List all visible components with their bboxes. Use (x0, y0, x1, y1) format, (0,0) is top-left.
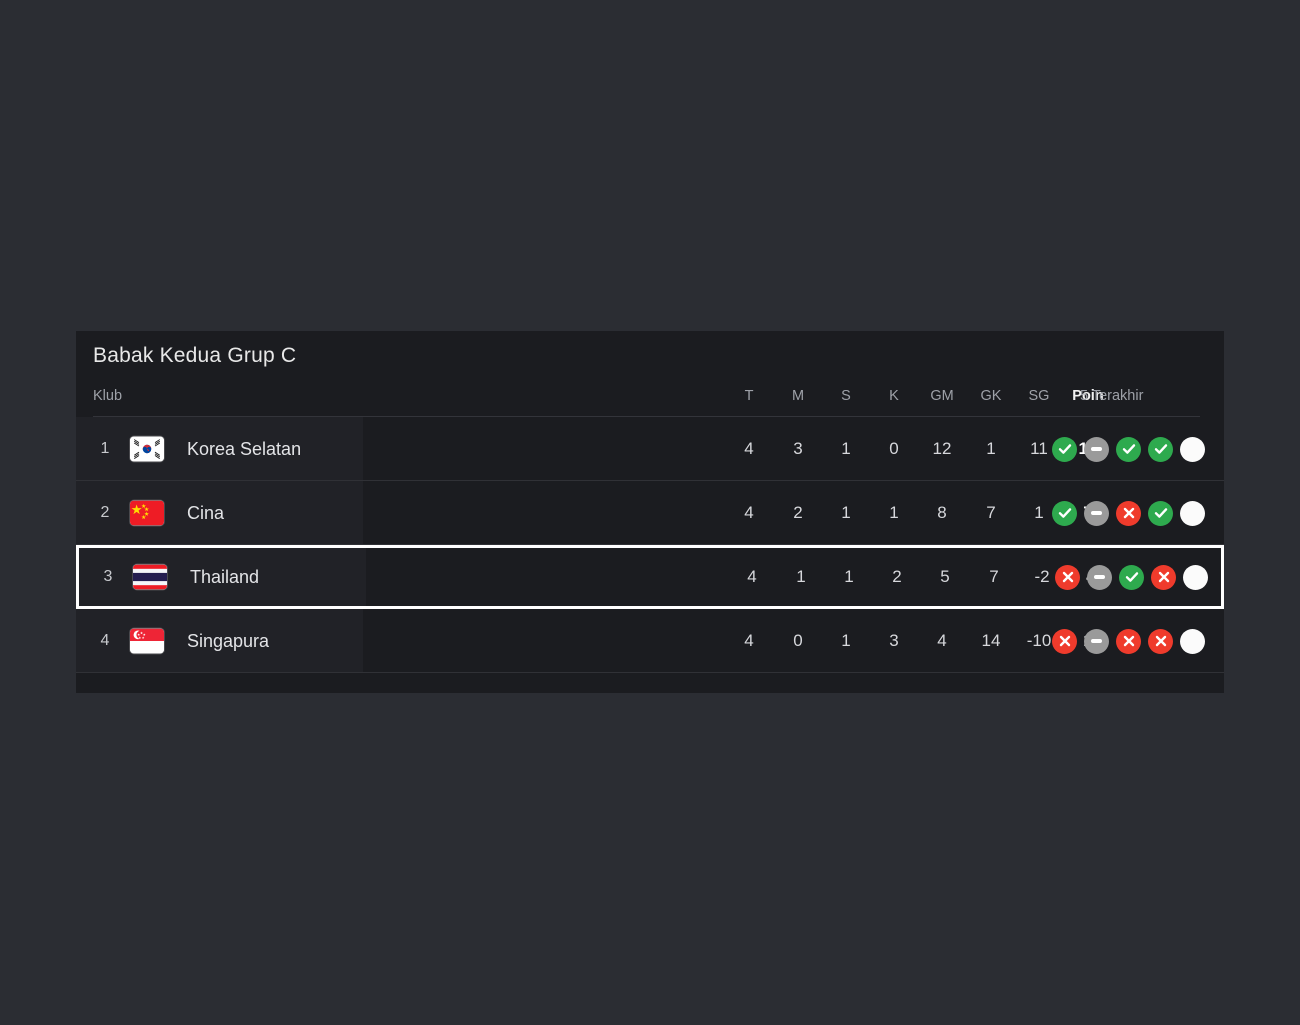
row-cell-won: 1 (796, 567, 806, 586)
row-club-name[interactable]: Cina (187, 481, 224, 545)
column-header-won: M (791, 388, 805, 404)
flag-singapore-icon (130, 628, 164, 654)
row-cell-won: 0 (793, 631, 803, 650)
row-rank: 1 (100, 440, 110, 457)
standings-panel: Babak Kedua Grup C Klub T M S K GM GK SG… (76, 331, 1224, 693)
form-loss-icon[interactable] (1052, 628, 1077, 654)
row-cell-lost: 2 (892, 567, 902, 586)
row-cell-goals-for: 12 (932, 439, 952, 458)
row-cell-lost: 1 (889, 503, 899, 522)
row-club-name[interactable]: Singapura (187, 609, 269, 673)
column-header-played: T (744, 388, 754, 404)
row-cell-goals-against: 7 (986, 503, 996, 522)
row-form-cell (1052, 417, 1205, 481)
form-loss-icon[interactable] (1116, 500, 1141, 526)
form-loss-icon[interactable] (1151, 564, 1176, 590)
row-cell-goals-for: 8 (937, 503, 947, 522)
row-cell-lost: 3 (889, 631, 899, 650)
row-form-cell (1052, 481, 1205, 545)
column-header-lost: K (889, 388, 899, 404)
form-upcoming-icon[interactable] (1183, 564, 1208, 590)
form-draw-icon[interactable] (1084, 628, 1109, 654)
column-header-goal-difference: SG (1028, 388, 1050, 404)
form-draw-icon[interactable] (1087, 564, 1112, 590)
row-cell-goals-against: 7 (989, 567, 999, 586)
form-loss-icon[interactable] (1055, 564, 1080, 590)
form-win-icon[interactable] (1148, 436, 1173, 462)
row-rank: 3 (103, 568, 113, 585)
flag-china-icon (130, 500, 164, 526)
column-header-drawn: S (841, 388, 851, 404)
flag-south-korea-icon (130, 436, 164, 462)
form-win-icon[interactable] (1116, 436, 1141, 462)
row-cell-drawn: 1 (841, 439, 851, 458)
row-divider (76, 672, 1224, 673)
row-cell-played: 4 (747, 567, 757, 586)
row-cell-won: 2 (793, 503, 803, 522)
row-form-cell (1052, 609, 1205, 673)
form-draw-icon[interactable] (1084, 500, 1109, 526)
form-draw-icon[interactable] (1084, 436, 1109, 462)
form-win-icon[interactable] (1119, 564, 1144, 590)
row-cell-goals-against: 14 (981, 631, 1001, 650)
row-cell-goals-for: 5 (940, 567, 950, 586)
row-cell-drawn: 1 (841, 503, 851, 522)
row-cell-goals-for: 4 (937, 631, 947, 650)
row-rank: 4 (100, 632, 110, 649)
column-header-goals-for: GM (930, 388, 954, 404)
form-upcoming-icon[interactable] (1180, 436, 1205, 462)
form-win-icon[interactable] (1052, 500, 1077, 526)
form-win-icon[interactable] (1052, 436, 1077, 462)
column-header-goals-against: GK (980, 388, 1002, 404)
form-upcoming-icon[interactable] (1180, 628, 1205, 654)
row-club-name[interactable]: Korea Selatan (187, 417, 301, 481)
column-header-form: 5 Terakhir (1080, 388, 1144, 404)
page-title: Babak Kedua Grup C (93, 344, 297, 367)
form-loss-icon[interactable] (1116, 628, 1141, 654)
flag-thailand-icon (133, 564, 167, 590)
form-loss-icon[interactable] (1148, 628, 1173, 654)
row-cell-lost: 0 (889, 439, 899, 458)
row-cell-won: 3 (793, 439, 803, 458)
row-cell-drawn: 1 (841, 631, 851, 650)
row-form-cell (1055, 548, 1208, 606)
table-row[interactable]: 4 Singapura4013414-101 (76, 609, 1224, 673)
table-header-row: Klub T M S K GM GK SG Poin 5 Terakhir (76, 388, 1224, 416)
form-win-icon[interactable] (1148, 500, 1173, 526)
table-row[interactable]: 1 Korea Selatan 4 3 1 0 12 1 11 (76, 417, 1224, 481)
row-rank: 2 (100, 504, 110, 521)
form-upcoming-icon[interactable] (1180, 500, 1205, 526)
row-cell-played: 4 (744, 631, 754, 650)
row-cell-played: 4 (744, 503, 754, 522)
row-cell-drawn: 1 (844, 567, 854, 586)
row-cell-played: 4 (744, 439, 754, 458)
table-row[interactable]: 3 Thailand411257-24 (76, 545, 1224, 609)
row-cell-goals-against: 1 (986, 439, 996, 458)
row-club-name[interactable]: Thailand (190, 548, 259, 606)
column-header-club: Klub (93, 388, 123, 404)
table-row[interactable]: 2 Cina42118717 (76, 481, 1224, 545)
